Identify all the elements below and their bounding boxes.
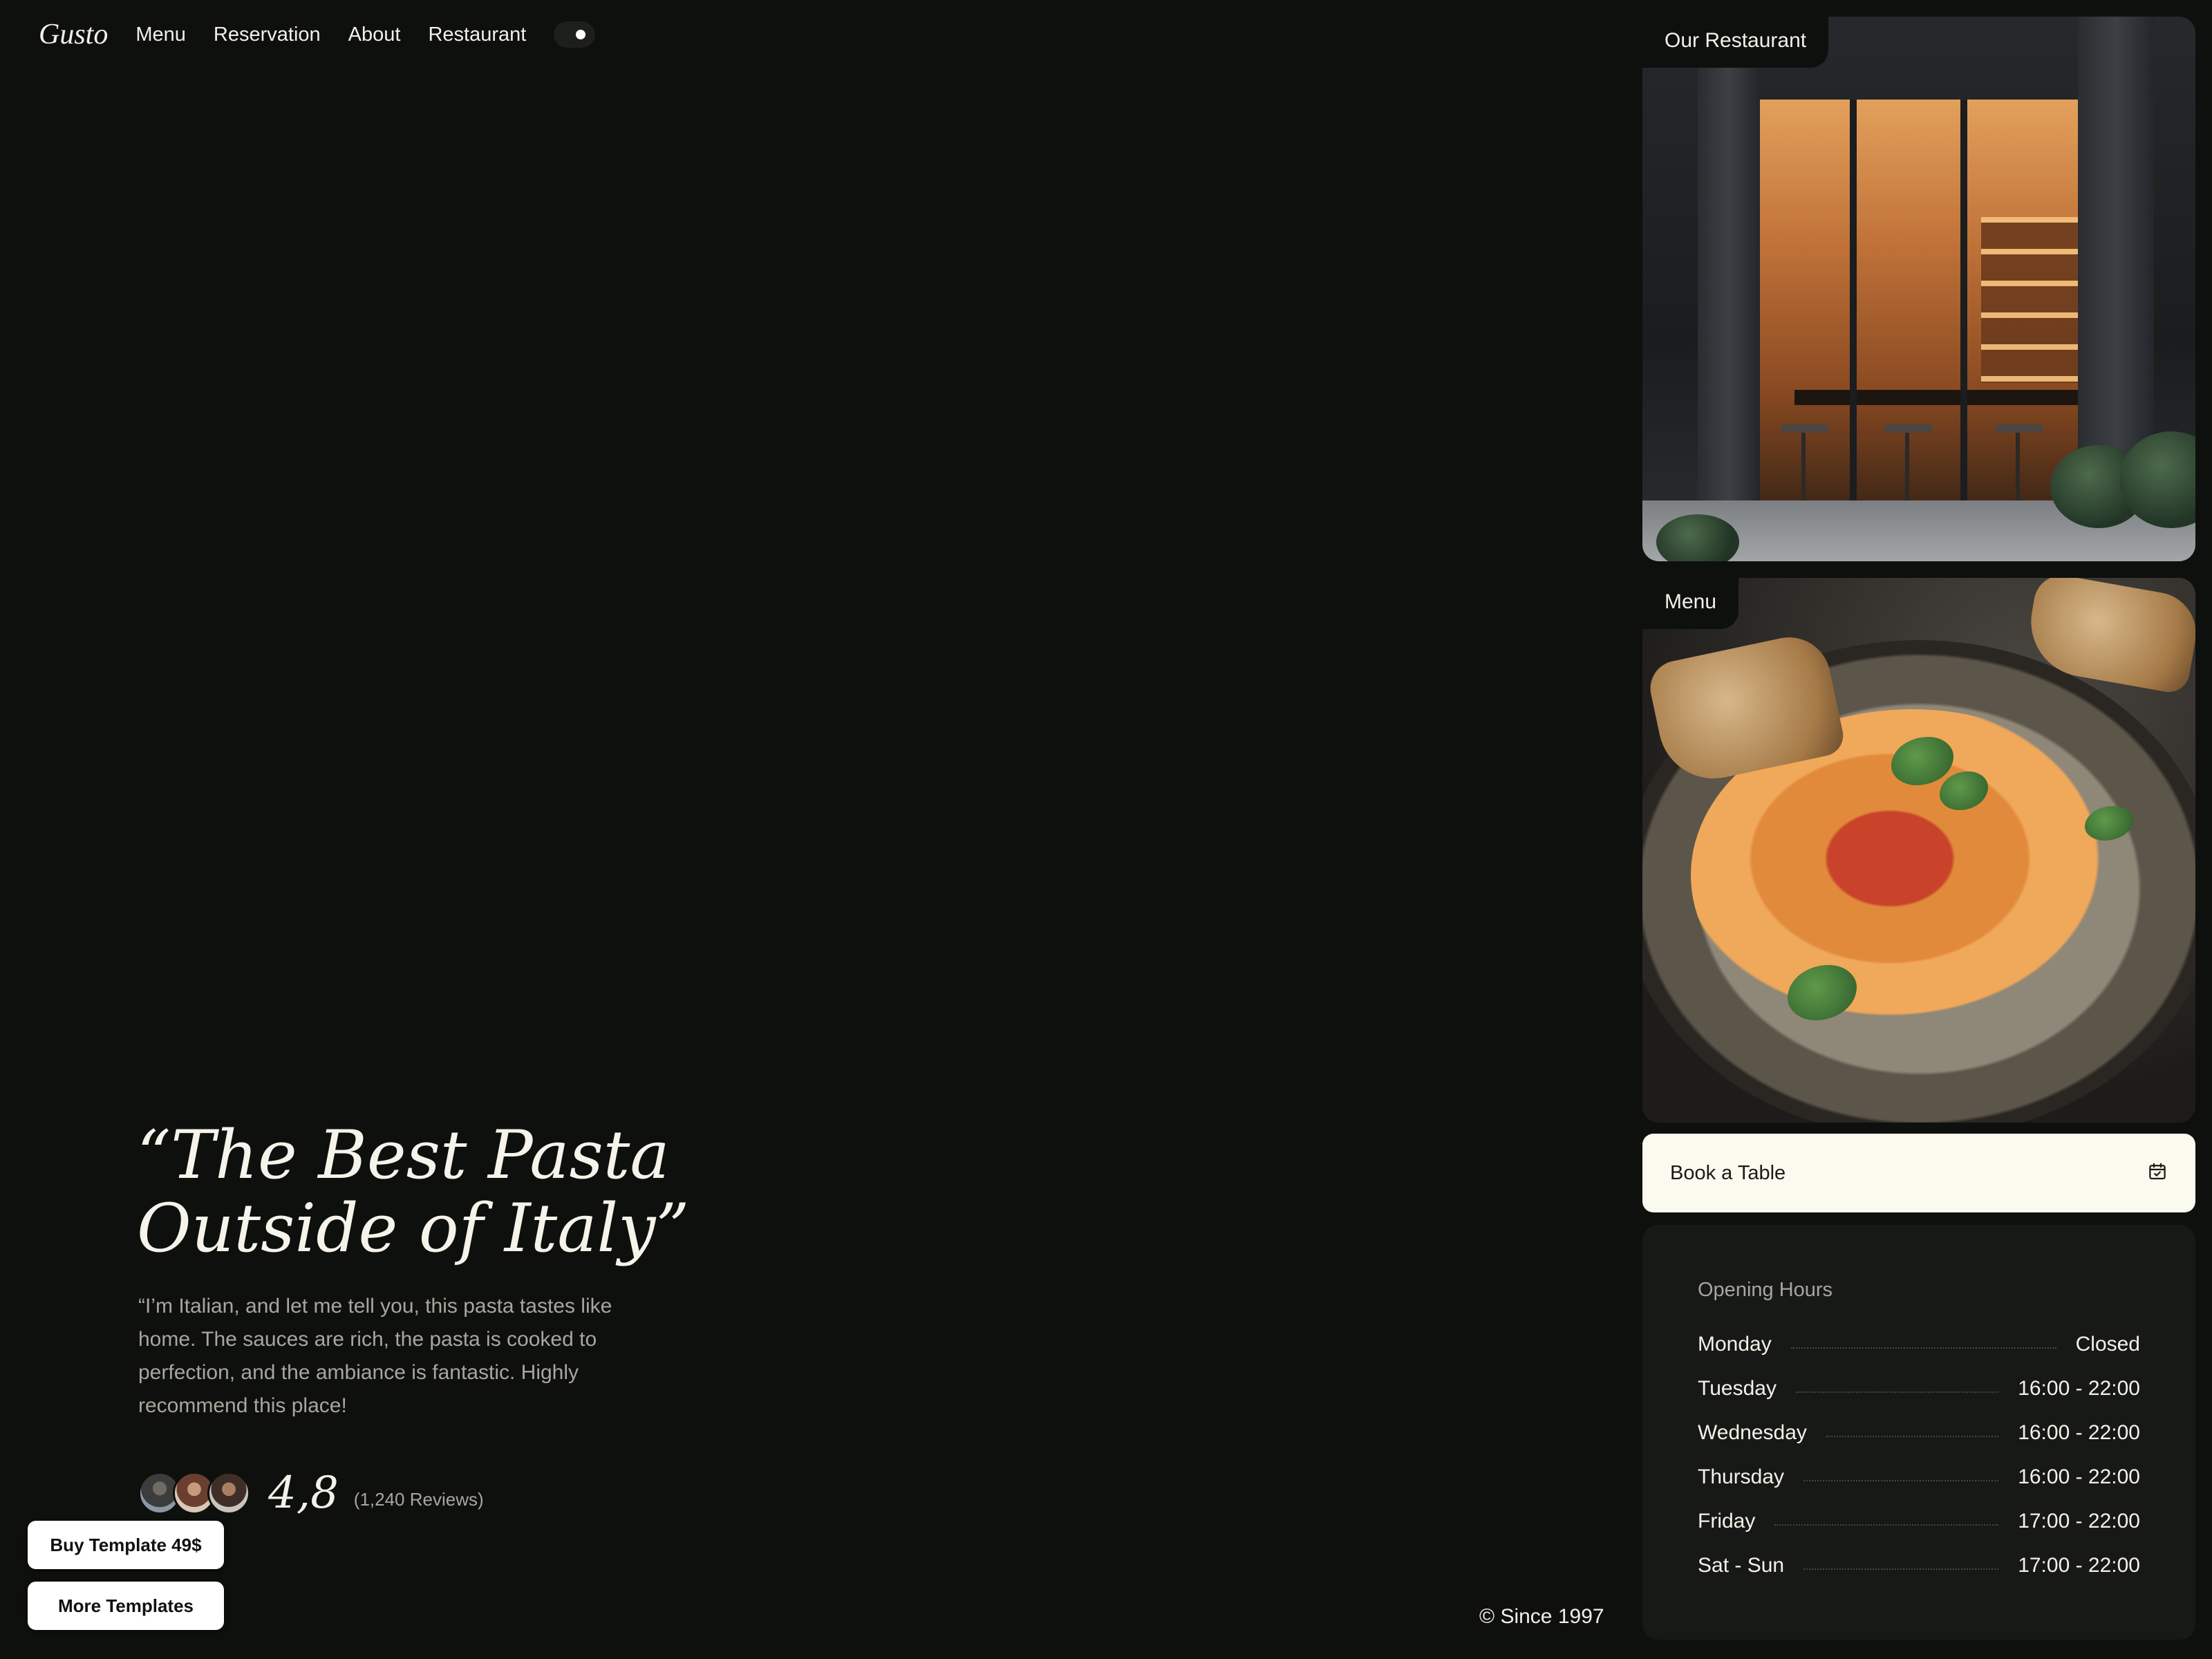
hours-day: Wednesday — [1698, 1421, 1807, 1444]
menu-card[interactable]: Menu — [1642, 578, 2195, 1123]
nav-menu[interactable]: Menu — [135, 24, 186, 46]
hours-time: 16:00 - 22:00 — [2018, 1421, 2140, 1444]
buy-template-button[interactable]: Buy Template 49$ — [28, 1521, 224, 1569]
dotted-leader — [1803, 1480, 1999, 1481]
hero-title: “The Best Pasta Outside of Italy” — [137, 1118, 759, 1265]
logo[interactable]: Gusto — [39, 18, 108, 51]
hours-day: Monday — [1698, 1333, 1772, 1356]
calendar-icon — [2147, 1161, 2168, 1185]
hours-time: 17:00 - 22:00 — [2018, 1510, 2140, 1533]
hours-time: 16:00 - 22:00 — [2018, 1465, 2140, 1488]
menu-card-label: Menu — [1642, 578, 1739, 629]
rating-score: 4,8 — [268, 1468, 339, 1519]
hours-day: Sat - Sun — [1698, 1554, 1785, 1577]
our-restaurant-label: Our Restaurant — [1642, 17, 1829, 68]
hours-day: Thursday — [1698, 1465, 1785, 1488]
hours-row-thursday: Thursday 16:00 - 22:00 — [1698, 1455, 2140, 1499]
pasta-image — [1642, 578, 2195, 1123]
hours-row-wednesday: Wednesday 16:00 - 22:00 — [1698, 1411, 2140, 1455]
hours-row-monday: Monday Closed — [1698, 1322, 2140, 1367]
hours-time: 17:00 - 22:00 — [2018, 1554, 2140, 1577]
hours-time: 16:00 - 22:00 — [2018, 1377, 2140, 1400]
hero-title-line1: “The Best Pasta — [137, 1116, 670, 1194]
since-label: © Since 1997 — [1479, 1605, 1604, 1628]
book-table-button[interactable]: Book a Table — [1642, 1134, 2195, 1212]
toggle-knob-icon — [576, 30, 586, 39]
dotted-leader — [1795, 1391, 1999, 1393]
nav-reservation[interactable]: Reservation — [214, 24, 321, 46]
our-restaurant-card[interactable]: Our Restaurant — [1642, 17, 2195, 561]
rating-row: 4,8 (1,240 Reviews) — [138, 1468, 484, 1519]
top-nav: Gusto Menu Reservation About Restaurant — [39, 15, 596, 54]
hours-day: Friday — [1698, 1510, 1756, 1533]
reviewer-avatars — [138, 1472, 250, 1515]
dotted-leader — [1803, 1568, 1999, 1570]
more-templates-button[interactable]: More Templates — [28, 1582, 224, 1630]
dotted-leader — [1790, 1347, 2056, 1349]
review-quote: “I’m Italian, and let me tell you, this … — [138, 1295, 612, 1417]
hours-row-friday: Friday 17:00 - 22:00 — [1698, 1499, 2140, 1544]
nav-restaurant[interactable]: Restaurant — [428, 24, 526, 46]
restaurant-image — [1642, 17, 2195, 561]
hours-day: Tuesday — [1698, 1377, 1777, 1400]
theme-toggle[interactable] — [554, 21, 596, 48]
opening-hours-card: Opening Hours Monday Closed Tuesday 16:0… — [1642, 1225, 2195, 1640]
dotted-leader — [1826, 1436, 1999, 1437]
hours-row-tuesday: Tuesday 16:00 - 22:00 — [1698, 1367, 2140, 1411]
avatar — [207, 1472, 250, 1515]
hero-title-line2: Outside of Italy” — [137, 1190, 690, 1267]
dotted-leader — [1774, 1524, 1999, 1526]
book-table-label: Book a Table — [1670, 1161, 1786, 1184]
opening-hours-title: Opening Hours — [1698, 1279, 1833, 1301]
nav-about[interactable]: About — [348, 24, 401, 46]
review-count: (1,240 Reviews) — [353, 1488, 484, 1510]
hours-row-weekend: Sat - Sun 17:00 - 22:00 — [1698, 1544, 2140, 1588]
hours-time: Closed — [2075, 1333, 2140, 1356]
